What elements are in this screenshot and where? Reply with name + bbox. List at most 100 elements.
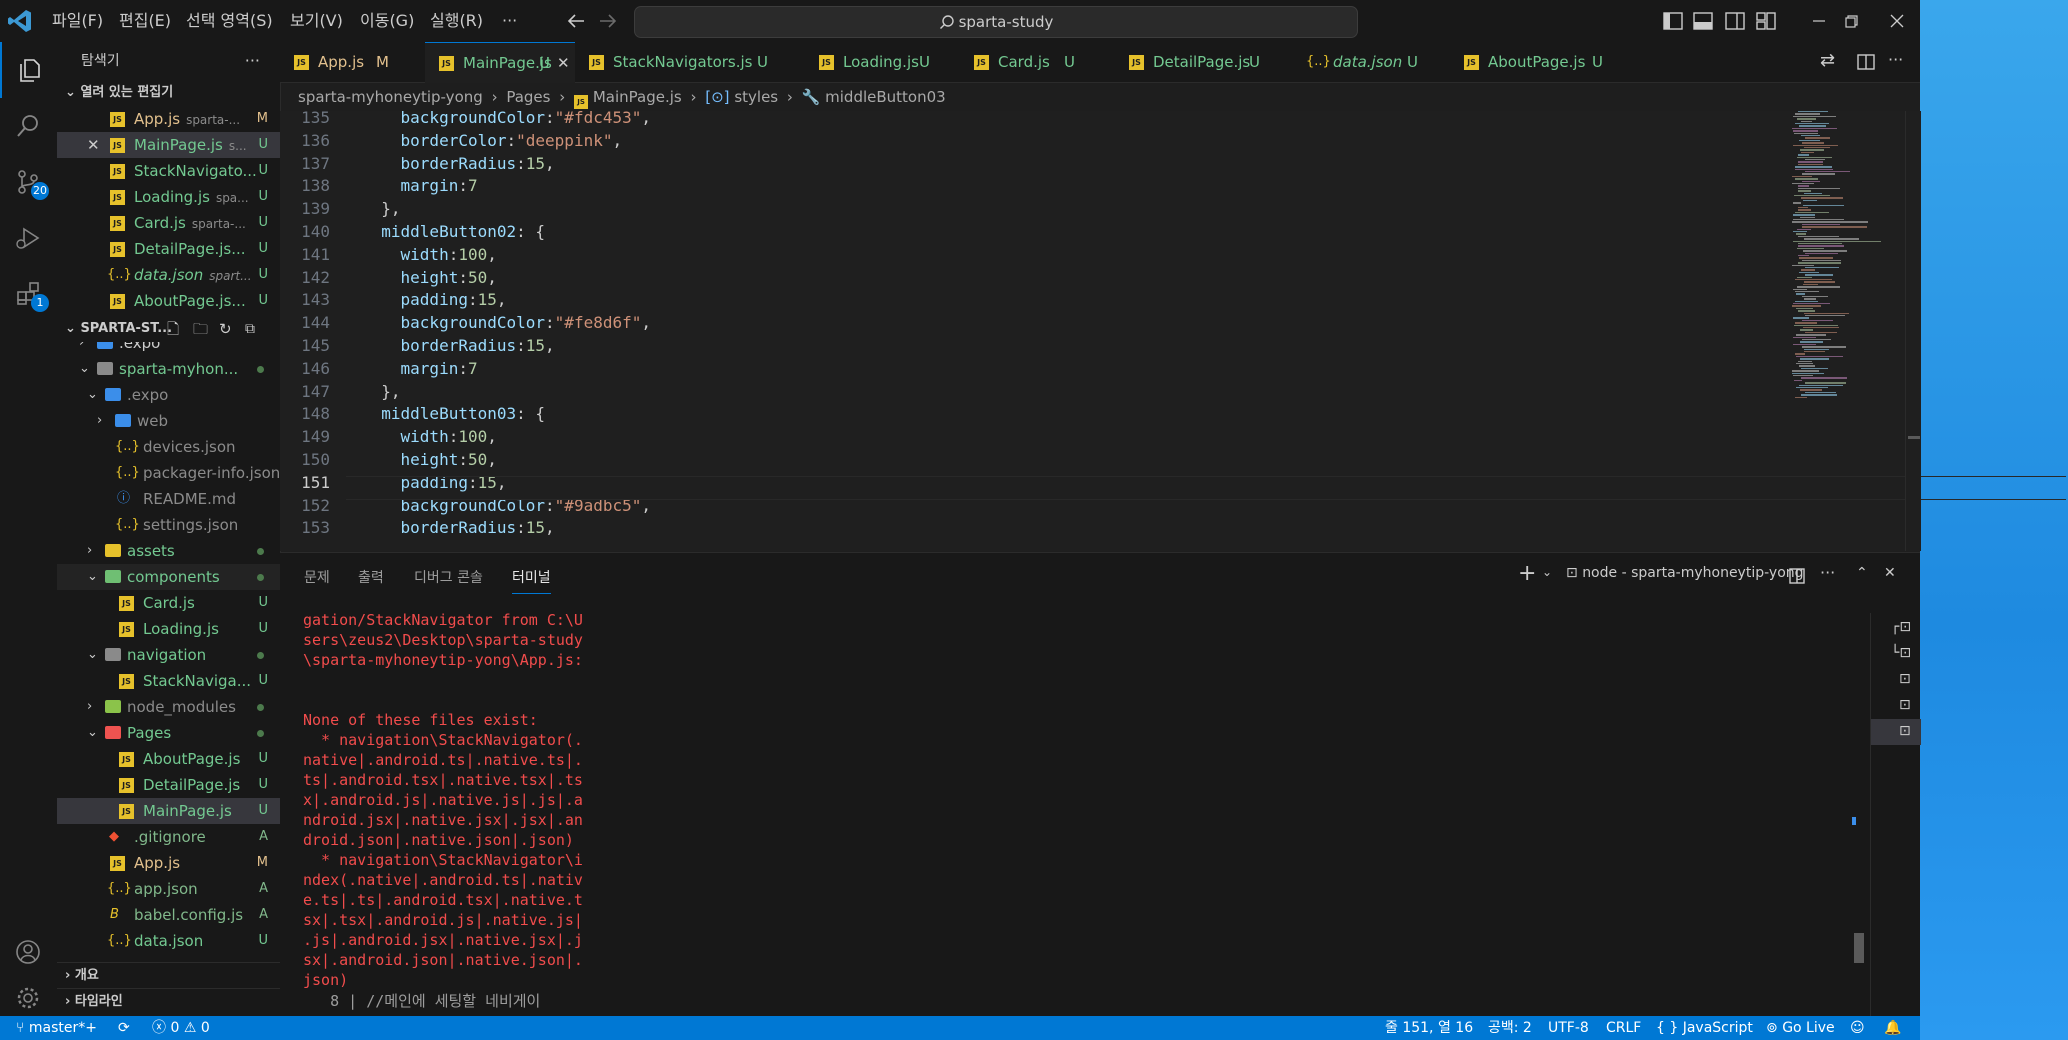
toggle-sidebar-icon[interactable] [1660, 8, 1686, 34]
branch-indicator[interactable]: ⑂ master*+ [16, 1016, 97, 1040]
collapse-all-icon[interactable]: ⧉ [245, 316, 255, 342]
tree-item[interactable]: ⌄ Pages [57, 720, 280, 746]
tree-item[interactable]: ⌄ .expo [57, 382, 280, 408]
refresh-icon[interactable]: ↻ [219, 316, 232, 342]
back-arrow-icon[interactable] [566, 12, 586, 30]
vscode-logo-icon[interactable] [6, 7, 34, 35]
minimap[interactable] [1790, 111, 1905, 551]
tab-data-json[interactable]: {..} data.json U [1295, 42, 1445, 82]
tab-aboutpage-js[interactable]: JS AboutPage.js U [1450, 42, 1625, 82]
tree-item[interactable]: {..} devices.json [57, 434, 280, 460]
terminal-icon[interactable]: ⊡ [1899, 671, 1911, 687]
tree-item[interactable]: JS AboutPage.js U [57, 746, 280, 772]
tree-item[interactable]: JS Loading.js U [57, 616, 280, 642]
tab-debug-console[interactable]: 디버그 콘솔 [414, 567, 483, 587]
menu-file[interactable]: 파일(F) [52, 0, 103, 42]
tree-item[interactable]: ⌄ components [57, 564, 280, 590]
customize-layout-icon[interactable] [1753, 8, 1779, 34]
encoding[interactable]: UTF-8 [1548, 1016, 1589, 1040]
terminal-icon[interactable]: ┌⊡ [1891, 619, 1911, 635]
menu-edit[interactable]: 편집(E) [119, 0, 171, 42]
explorer-activity[interactable] [0, 42, 59, 98]
tree-item[interactable]: {..} app.json A [57, 876, 280, 902]
problems-indicator[interactable]: ⓧ 0 ⚠ 0 [152, 1016, 210, 1040]
tab-detailpage-js[interactable]: JS DetailPage.js U [1115, 42, 1285, 82]
tree-item[interactable]: › node_modules [57, 694, 280, 720]
new-file-icon[interactable]: 🗋 [167, 316, 179, 342]
timeline-header[interactable]: › 타임라인 [57, 988, 280, 1015]
tree-item[interactable]: Bbabel.config.js A [57, 902, 280, 928]
tab-app-js[interactable]: JS App.js M [280, 42, 425, 82]
chevron-down-icon[interactable]: ⌄ [1542, 565, 1552, 579]
open-editor-item[interactable]: JS App.js sparta-... M [57, 106, 280, 132]
toggle-secondary-sidebar-icon[interactable] [1722, 8, 1748, 34]
tree-item[interactable]: JS Card.js U [57, 590, 280, 616]
tree-item[interactable]: ⓘ README.md [57, 486, 280, 512]
minimize-icon[interactable] [1806, 8, 1832, 34]
terminal-icon[interactable]: └⊡ [1891, 645, 1911, 661]
breadcrumb-item[interactable]: sparta-myhoneytip-yong [298, 88, 483, 106]
tree-item[interactable]: {..} settings.json [57, 512, 280, 538]
breadcrumb-item[interactable]: MainPage.js [593, 88, 682, 106]
tree-item[interactable]: JS DetailPage.js U [57, 772, 280, 798]
restore-icon[interactable] [1838, 8, 1864, 34]
terminal-icon[interactable]: ⊡ [1899, 697, 1911, 713]
close-panel-icon[interactable]: ✕ [1884, 565, 1896, 581]
tree-item[interactable]: ⌄ navigation [57, 642, 280, 668]
go-live-button[interactable]: ⊚ Go Live [1766, 1016, 1835, 1040]
feedback-icon[interactable]: ☺ [1850, 1016, 1865, 1040]
menu-more[interactable]: ··· [502, 0, 517, 42]
tree-item[interactable]: ◆ .gitignore A [57, 824, 280, 850]
more-actions-icon[interactable]: ··· [245, 42, 260, 80]
tree-item[interactable]: › assets [57, 538, 280, 564]
terminal-output[interactable]: gation/StackNavigator from C:\U sers\zeu… [303, 610, 593, 990]
tree-item[interactable]: JS StackNaviga... U [57, 668, 280, 694]
split-terminal-icon[interactable] [1788, 567, 1806, 585]
sync-icon[interactable]: ⟳ [118, 1016, 130, 1040]
tree-item[interactable]: JS App.js M [57, 850, 280, 876]
open-editors-header[interactable]: ⌄ 열려 있는 편집기 [57, 80, 280, 106]
close-icon[interactable]: ✕ [87, 132, 100, 158]
menu-go[interactable]: 이동(G) [360, 0, 414, 42]
cursor-position[interactable]: 줄 151, 열 16 [1385, 1016, 1473, 1040]
terminal-scrollbar[interactable] [1854, 933, 1864, 963]
command-center-search[interactable]: sparta-study [634, 6, 1358, 38]
new-folder-icon[interactable]: 🗀 [193, 316, 208, 342]
code-editor[interactable]: 135 backgroundColor:"#fdc453", 136 border… [280, 108, 2066, 551]
language-mode[interactable]: { } JavaScript [1656, 1016, 1753, 1040]
more-actions-icon[interactable]: ··· [1820, 563, 1835, 582]
outline-header[interactable]: › 개요 [57, 962, 280, 989]
open-editor-item[interactable]: {..} data.json spart... U [57, 262, 280, 288]
menu-selection[interactable]: 선택 영역(S) [186, 0, 273, 42]
open-editor-item[interactable]: JS Card.js sparta-... U [57, 210, 280, 236]
breadcrumb-item[interactable]: Pages [506, 88, 550, 106]
tree-item[interactable]: {..} data.json U [57, 928, 280, 954]
breadcrumb-item[interactable]: middleButton03 [825, 88, 946, 106]
open-changes-icon[interactable]: ⇄ [1820, 50, 1835, 71]
toggle-panel-icon[interactable] [1690, 8, 1716, 34]
tree-item[interactable]: {..} packager-info.json [57, 460, 280, 486]
tree-item[interactable]: › .expo [57, 342, 280, 356]
tab-problems[interactable]: 문제 [304, 567, 330, 587]
close-icon[interactable]: ✕ [557, 43, 570, 83]
run-debug-activity[interactable] [0, 210, 57, 266]
line-ending[interactable]: CRLF [1606, 1016, 1641, 1040]
maximize-panel-icon[interactable]: ⌃ [1856, 565, 1868, 581]
project-header[interactable]: ⌄ SPARTA-ST... 🗋 🗀 ↻ ⧉ [57, 316, 280, 342]
split-editor-icon[interactable] [1856, 52, 1876, 72]
new-terminal-icon[interactable]: + [1518, 561, 1536, 586]
close-window-icon[interactable] [1884, 8, 1910, 34]
tab-mainpage-js-active[interactable]: JS MainPage.js U ✕ [425, 42, 575, 83]
tab-loading-js[interactable]: JS Loading.js U [805, 42, 955, 82]
source-control-activity[interactable]: 20 [0, 154, 57, 210]
forward-arrow-icon[interactable] [598, 12, 618, 30]
bell-icon[interactable]: 🔔 [1884, 1016, 1901, 1040]
menu-run[interactable]: 실행(R) [430, 0, 483, 42]
open-editor-item[interactable]: JS DetailPage.js... U [57, 236, 280, 262]
tree-item[interactable]: ⌄ sparta-myhon... [57, 356, 280, 382]
menu-view[interactable]: 보기(V) [290, 0, 343, 42]
indentation[interactable]: 공백: 2 [1488, 1016, 1532, 1040]
tab-terminal[interactable]: 터미널 [512, 567, 551, 594]
open-editor-item[interactable]: JS Loading.js spa... U [57, 184, 280, 210]
breadcrumb-item[interactable]: styles [734, 88, 778, 106]
